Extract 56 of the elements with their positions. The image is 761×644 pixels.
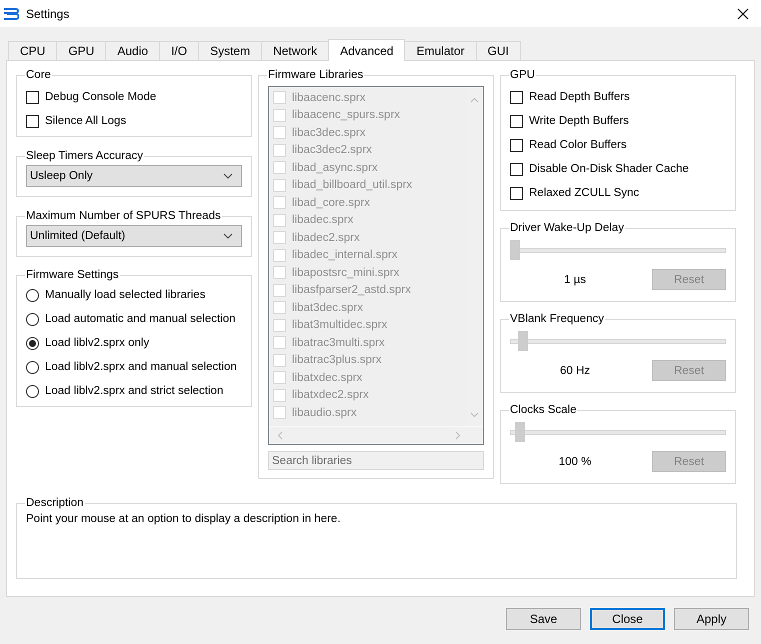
checkbox[interactable] [26, 114, 39, 128]
dropdown[interactable]: Usleep Only [26, 165, 242, 187]
app-logo-icon [3, 8, 19, 20]
description-text: Point your mouse at an option to display a description in here. [26, 513, 342, 525]
tab[interactable]: Advanced [328, 39, 406, 61]
chevron-down-icon [223, 233, 233, 239]
group-title: Maximum Number of SPURS Threads [25, 210, 222, 222]
search-field[interactable]: Search libraries [268, 451, 484, 470]
group-title: VBlank Frequency [509, 313, 605, 325]
slider-thumb[interactable] [518, 331, 528, 351]
checkbox[interactable] [510, 138, 523, 152]
group-title: Clocks Scale [509, 404, 578, 416]
dialog-button[interactable]: Save [506, 608, 581, 630]
checkbox-label: Read Depth Buffers [529, 91, 630, 103]
group-title: GPU [509, 69, 536, 81]
dropdown[interactable]: Unlimited (Default) [26, 225, 242, 247]
slider-value: 100 % [558, 456, 592, 468]
radio-label: Load liblv2.sprx and manual selection [45, 361, 237, 373]
group-title: Core [25, 69, 52, 81]
group-title: Firmware Libraries [267, 69, 364, 81]
checkbox-label: Write Depth Buffers [529, 115, 629, 127]
radio-button[interactable] [26, 312, 39, 326]
tab[interactable]: CPU [8, 41, 58, 60]
tab[interactable]: GUI [476, 41, 521, 60]
radio-button[interactable] [26, 360, 39, 374]
checkbox[interactable] [510, 90, 523, 104]
radio-label: Load liblv2.sprx only [45, 337, 150, 349]
window-title: Settings [26, 6, 70, 20]
dialog-button[interactable]: Apply [674, 608, 749, 630]
slider-thumb[interactable] [515, 422, 526, 442]
group-title: Firmware Settings [25, 269, 120, 281]
group-title: Description [25, 497, 85, 509]
chevron-down-icon [223, 173, 233, 179]
radio-label: Load automatic and manual selection [45, 313, 236, 325]
checkbox[interactable] [510, 186, 523, 200]
checkbox-label: Relaxed ZCULL Sync [529, 187, 640, 199]
checkbox[interactable] [510, 162, 523, 176]
slider-value: 1 µs [563, 274, 587, 286]
checkbox[interactable] [26, 90, 39, 104]
tab[interactable]: System [198, 41, 262, 60]
group-title: Driver Wake-Up Delay [509, 222, 625, 234]
checkbox[interactable] [510, 114, 523, 128]
radio-button[interactable] [26, 288, 39, 302]
radio-button[interactable] [26, 384, 39, 398]
radio-button[interactable] [26, 336, 39, 350]
radio-label: Load liblv2.sprx and strict selection [45, 385, 224, 397]
checkbox-label: Read Color Buffers [529, 139, 627, 151]
slider-value: 60 Hz [558, 364, 592, 376]
close-icon[interactable] [737, 8, 749, 20]
group-title: Sleep Timers Accuracy [25, 150, 144, 162]
checkbox-label: Disable On-Disk Shader Cache [529, 163, 689, 175]
dialog-button[interactable]: Close [590, 608, 665, 630]
checkbox-label: Debug Console Mode [45, 91, 156, 103]
radio-label: Manually load selected libraries [45, 289, 206, 301]
checkbox-label: Silence All Logs [45, 115, 126, 127]
slider-thumb[interactable] [510, 240, 520, 260]
